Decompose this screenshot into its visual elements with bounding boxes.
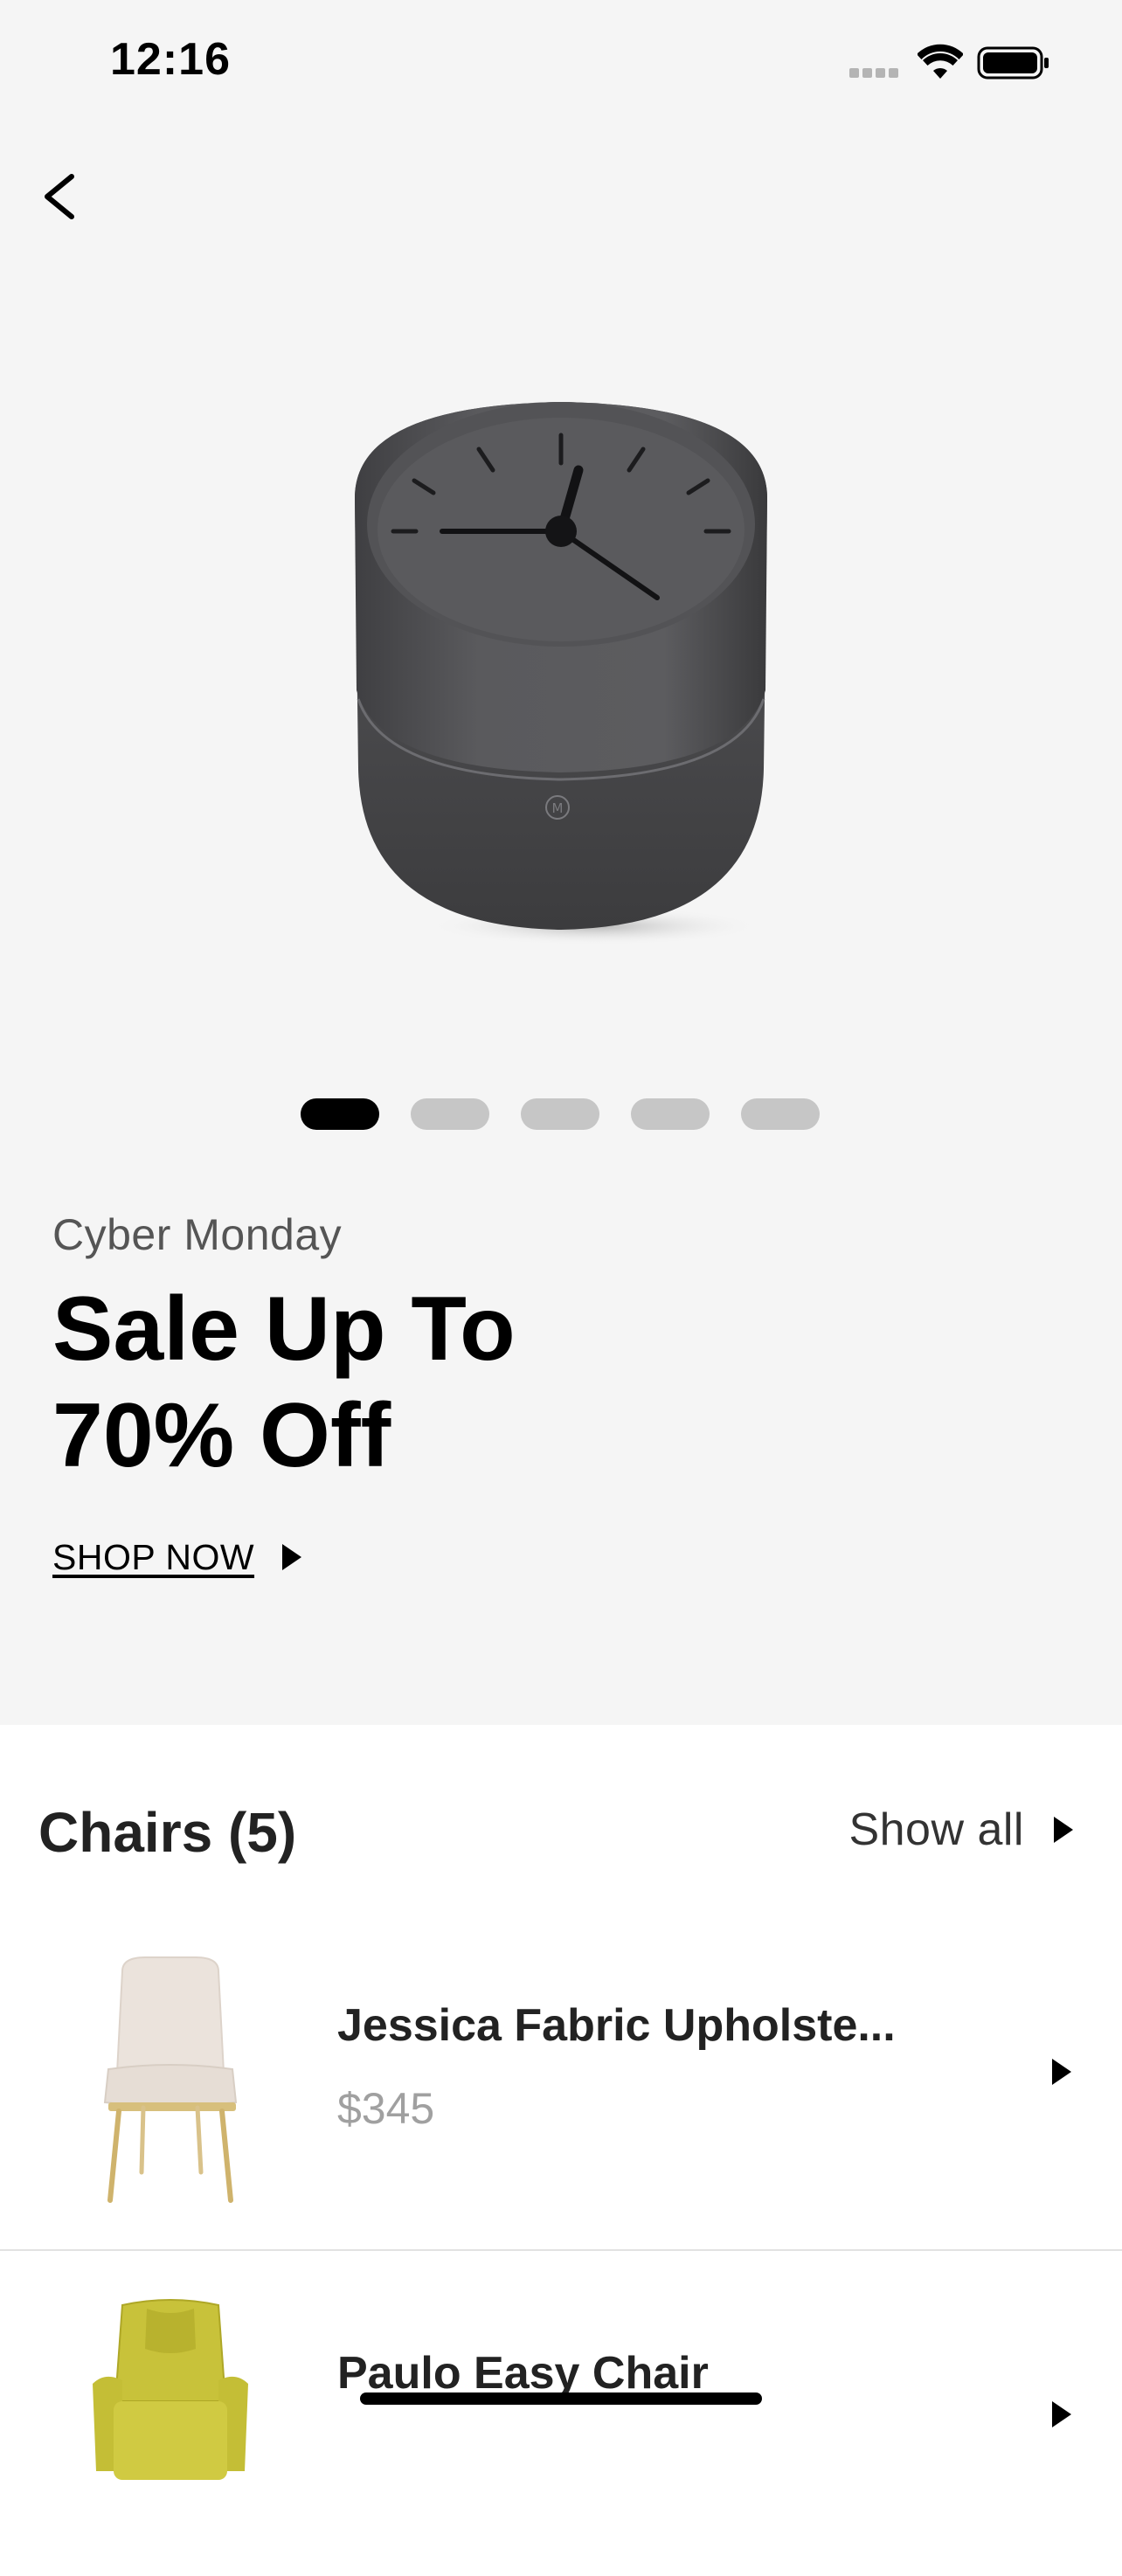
promo-subtitle: Cyber Monday	[52, 1210, 343, 1259]
svg-text:M: M	[552, 800, 564, 816]
cellular-signal-icon	[849, 68, 902, 79]
play-triangle-icon	[1052, 2401, 1071, 2427]
promo-title-line-2: 70% Off	[52, 1385, 391, 1486]
carousel-dot-3[interactable]	[521, 1098, 599, 1130]
hero-banner: 12:16 M Cyber Monday Sale Up To 70% Off …	[0, 0, 1122, 1725]
play-triangle-icon	[1054, 1817, 1073, 1843]
product-name: Paulo Easy Chair	[337, 2348, 709, 2399]
product-list-item[interactable]: Paulo Easy Chair	[0, 2249, 1122, 2576]
shop-now-link[interactable]: SHOP NOW	[52, 1531, 303, 1583]
promo-title: Sale Up To 70% Off	[52, 1276, 839, 1489]
promo-title-line-1: Sale Up To	[52, 1278, 516, 1380]
status-bar: 12:16	[0, 0, 1122, 131]
product-thumbnail	[93, 2299, 248, 2480]
shop-now-label: SHOP NOW	[52, 1536, 255, 1577]
home-indicator	[360, 2392, 762, 2405]
carousel-dot-4[interactable]	[631, 1098, 710, 1130]
product-list-item[interactable]: Jessica Fabric Upholste... $345	[0, 1922, 1122, 2247]
chevron-left-icon	[45, 174, 74, 219]
product-thumbnail	[103, 1956, 238, 2203]
show-all-label: Show all	[848, 1804, 1024, 1855]
wifi-icon	[918, 44, 963, 79]
battery-icon	[977, 46, 1049, 80]
play-triangle-icon	[282, 1544, 302, 1570]
status-time: 12:16	[110, 34, 231, 85]
back-button[interactable]	[31, 157, 84, 232]
carousel-dot-2[interactable]	[411, 1098, 489, 1130]
show-all-button[interactable]: Show all	[848, 1804, 1075, 1856]
section-title: Chairs (5)	[38, 1801, 297, 1864]
carousel-dot-5[interactable]	[741, 1098, 820, 1130]
chairs-section-header: Chairs (5) Show all	[0, 1783, 1122, 1887]
product-price: $345	[337, 2084, 435, 2133]
product-name: Jessica Fabric Upholste...	[337, 2000, 896, 2051]
carousel-dot-1[interactable]	[301, 1098, 379, 1130]
clock-product-image: M	[355, 402, 767, 945]
play-triangle-icon	[1052, 2059, 1071, 2085]
